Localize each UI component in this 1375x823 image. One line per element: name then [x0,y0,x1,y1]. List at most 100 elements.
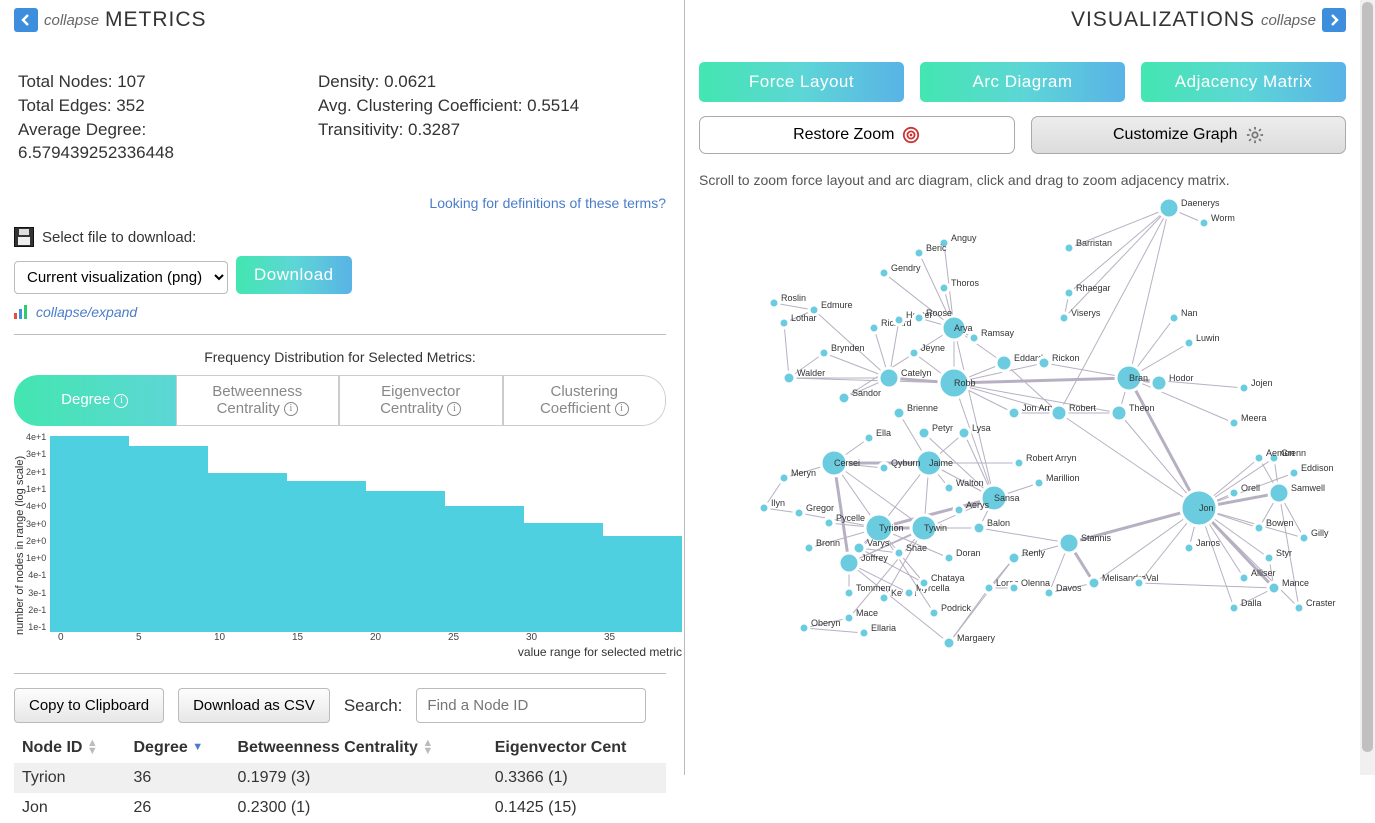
search-label: Search: [344,696,403,716]
density: Density: 0.0621 [318,70,579,94]
svg-text:Sandor: Sandor [852,388,881,398]
svg-text:Daenerys: Daenerys [1181,198,1220,208]
svg-text:Pycelle: Pycelle [836,513,865,523]
download-button[interactable]: Download [236,256,352,294]
svg-text:Catelyn: Catelyn [901,368,932,378]
table-row[interactable]: Tyrion360.1979 (3)0.3366 (1) [14,763,666,793]
info-icon[interactable]: i [284,402,298,416]
svg-text:Eddison: Eddison [1301,463,1334,473]
svg-text:Bronn: Bronn [816,538,840,548]
svg-text:Brynden: Brynden [831,343,865,353]
file-select[interactable]: Current visualization (png) [14,261,228,294]
tab-clustering[interactable]: ClusteringCoefficienti [503,375,667,426]
svg-text:Gregor: Gregor [806,503,834,513]
svg-text:Ilyn: Ilyn [771,498,785,508]
svg-text:Nan: Nan [1181,308,1198,318]
copy-clipboard-button[interactable]: Copy to Clipboard [14,688,164,723]
collapse-right-button[interactable] [1322,8,1346,32]
svg-text:Luwin: Luwin [1196,333,1220,343]
svg-text:Craster: Craster [1306,598,1336,608]
force-graph[interactable]: TyrionJonRobbSansaJaimeCerseiTywinAryaBr… [699,198,1339,668]
svg-text:Alliser: Alliser [1251,568,1276,578]
target-icon [902,126,920,144]
total-edges: Total Edges: 352 [18,94,278,118]
chart-title: Frequency Distribution for Selected Metr… [14,349,666,365]
definitions-link[interactable]: Looking for definitions of these terms? [14,195,666,211]
collapse-left-label[interactable]: collapse [44,12,99,29]
force-layout-button[interactable]: Force Layout [699,62,904,102]
tab-betweenness[interactable]: BetweennessCentralityi [176,375,340,426]
svg-text:Aemon: Aemon [1266,448,1295,458]
metrics-summary: Total Nodes: 107 Total Edges: 352 Averag… [14,40,666,175]
svg-text:Tyrion: Tyrion [879,523,904,533]
col-degree[interactable]: Degree ▼ [125,733,229,763]
collapse-expand-toggle[interactable]: collapse/expand [14,304,666,320]
svg-text:Ramsay: Ramsay [981,328,1015,338]
svg-text:Podrick: Podrick [941,603,972,613]
metric-tabs: Degreei BetweennessCentralityi Eigenvect… [14,375,666,426]
svg-text:Varys: Varys [867,538,890,548]
svg-text:Robert: Robert [1069,403,1097,413]
info-icon[interactable]: i [114,394,128,408]
restore-zoom-button[interactable]: Restore Zoom [699,116,1015,154]
divider [14,673,666,674]
svg-text:Jaime: Jaime [929,458,953,468]
svg-text:Styr: Styr [1276,548,1292,558]
col-eigenvector[interactable]: Eigenvector Cent [487,733,666,763]
svg-text:Jon: Jon [1199,503,1214,513]
svg-text:Davos: Davos [1056,583,1082,593]
svg-text:Jeyne: Jeyne [921,343,945,353]
file-select-label: Select file to download: [42,229,196,246]
svg-text:Roose: Roose [926,308,952,318]
save-icon [14,227,34,247]
col-node-id[interactable]: Node ID ▲▼ [14,733,125,763]
chart-bars [50,432,682,632]
svg-text:Rickon: Rickon [1052,353,1080,363]
scrollbar-thumb[interactable] [1362,2,1373,752]
info-icon[interactable]: i [447,402,461,416]
svg-text:Brienne: Brienne [907,403,938,413]
adjacency-matrix-button[interactable]: Adjacency Matrix [1141,62,1346,102]
col-betweenness[interactable]: Betweenness Centrality ▲▼ [229,733,486,763]
total-nodes: Total Nodes: 107 [18,70,278,94]
svg-text:Rhaegar: Rhaegar [1076,283,1111,293]
svg-text:Mance: Mance [1282,578,1309,588]
svg-text:Oberyn: Oberyn [811,618,841,628]
chart-ylabel: number of nodes in range (log scale) [14,432,26,659]
customize-graph-button[interactable]: Customize Graph [1031,116,1347,154]
svg-text:Cersei: Cersei [834,458,860,468]
gear-icon [1246,126,1264,144]
svg-text:Walder: Walder [797,368,825,378]
svg-text:Joffrey: Joffrey [861,553,888,563]
svg-text:Tommen: Tommen [856,583,891,593]
svg-text:Meryn: Meryn [791,468,816,478]
svg-text:Beric: Beric [926,243,947,253]
svg-text:Janos: Janos [1196,538,1221,548]
svg-text:Doran: Doran [956,548,981,558]
svg-text:Viserys: Viserys [1071,308,1101,318]
svg-text:Petyr: Petyr [932,423,953,433]
collapse-right-label[interactable]: collapse [1261,12,1316,29]
collapse-left-button[interactable] [14,8,38,32]
tab-eigenvector[interactable]: EigenvectorCentralityi [339,375,503,426]
table-row[interactable]: Jon260.2300 (1)0.1425 (15) [14,793,666,823]
svg-text:Mace: Mace [856,608,878,618]
svg-text:Arya: Arya [954,323,973,333]
svg-text:Olenna: Olenna [1021,578,1050,588]
search-input[interactable] [416,688,646,723]
svg-text:Val: Val [1146,573,1158,583]
scrollbar[interactable] [1360,0,1375,775]
svg-text:Ellaria: Ellaria [871,623,896,633]
svg-text:Ella: Ella [876,428,891,438]
node-table: Node ID ▲▼ Degree ▼ Betweenness Centrali… [14,733,666,823]
svg-text:Samwell: Samwell [1291,483,1325,493]
arc-diagram-button[interactable]: Arc Diagram [920,62,1125,102]
tab-degree[interactable]: Degreei [14,375,176,426]
info-icon[interactable]: i [615,402,629,416]
svg-text:Orell: Orell [1241,483,1260,493]
svg-text:Worm: Worm [1211,213,1235,223]
download-csv-button[interactable]: Download as CSV [178,688,330,723]
avg-degree: Average Degree: 6.579439252336448 [18,118,278,166]
svg-text:Renly: Renly [1022,548,1046,558]
svg-text:Tywin: Tywin [924,523,947,533]
